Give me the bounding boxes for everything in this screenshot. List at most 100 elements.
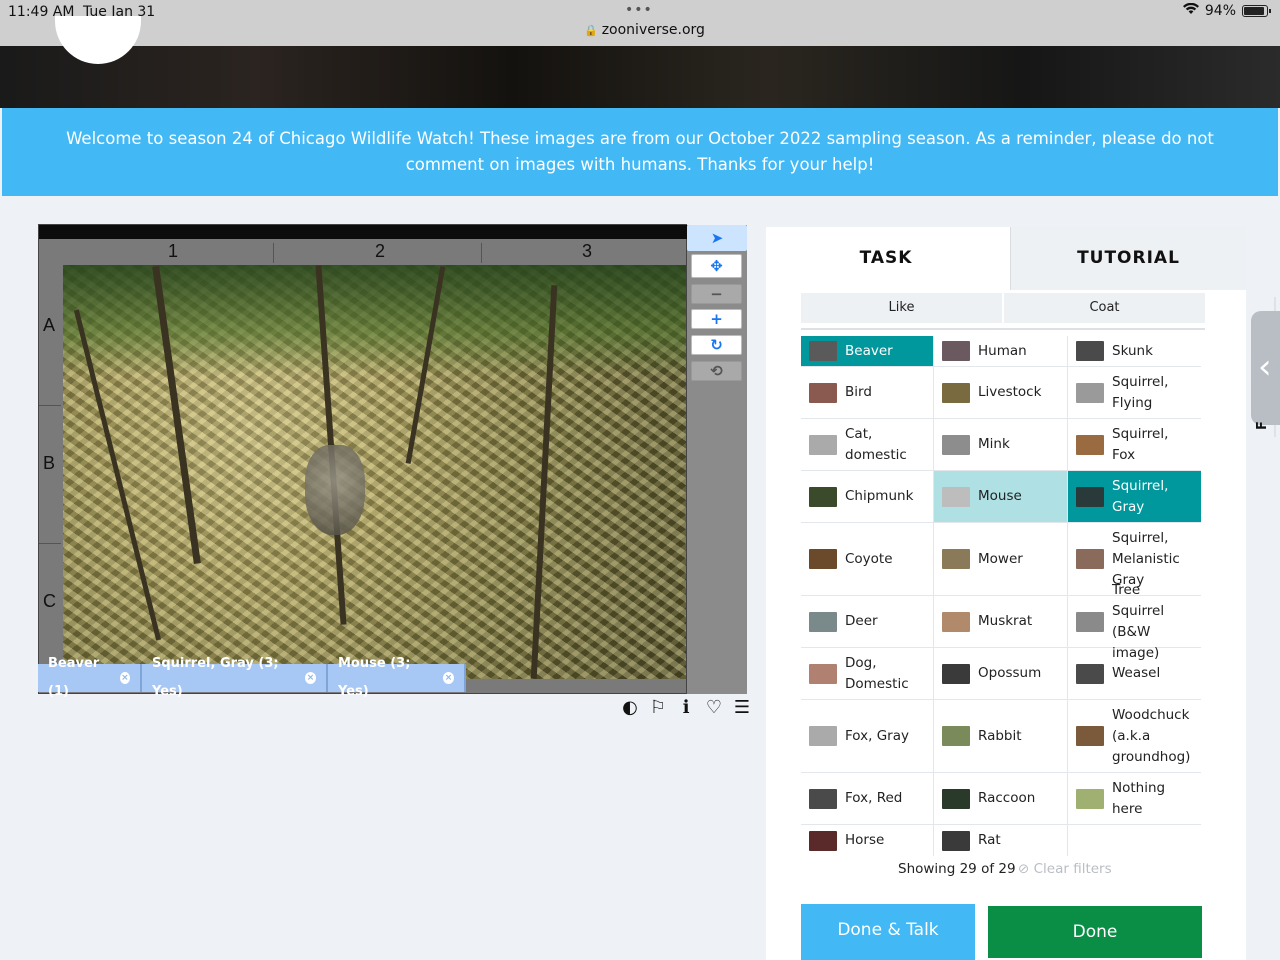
remove-mark-icon[interactable]: × (442, 672, 454, 684)
species-choice-beaver[interactable]: Beaver (801, 336, 934, 367)
species-thumbnail (942, 611, 970, 632)
species-thumbnail (942, 486, 970, 507)
species-choice-cat-domestic[interactable]: Cat, domestic (801, 419, 934, 471)
species-choice-raccoon[interactable]: Raccoon (934, 773, 1068, 825)
filter-coat-button[interactable]: Coat (1004, 293, 1205, 323)
species-choice-bird[interactable]: Bird (801, 367, 934, 419)
done-and-talk-button[interactable]: Done & Talk (801, 904, 975, 960)
species-choice-squirrel-fox[interactable]: Squirrel, Fox (1068, 419, 1201, 471)
species-thumbnail (809, 611, 837, 632)
ruler-tick (273, 243, 274, 263)
species-choice-horse[interactable]: Horse (801, 825, 934, 856)
species-choice-weasel[interactable]: Weasel (1068, 648, 1201, 700)
mark-squirrel-gray[interactable]: Squirrel, Gray (3; Yes) × (142, 656, 328, 699)
info-icon[interactable]: ℹ (676, 697, 696, 718)
species-choice-livestock[interactable]: Livestock (934, 367, 1068, 419)
species-label: Fox, Gray (845, 727, 909, 744)
tab-tutorial[interactable]: TUTORIAL (1010, 227, 1246, 290)
squirrel-in-photo (305, 445, 365, 535)
column-label: 2 (375, 241, 386, 261)
mark-mouse[interactable]: Mouse (3; Yes) × (328, 656, 466, 699)
species-thumbnail (1076, 486, 1104, 507)
species-thumbnail (809, 663, 837, 684)
species-thumbnail (1076, 434, 1104, 455)
species-label: Weasel (1112, 665, 1161, 681)
species-thumbnail (942, 382, 970, 403)
species-choice-mower[interactable]: Mower (934, 523, 1068, 596)
species-thumbnail (942, 341, 970, 361)
species-choice-nothing-here[interactable]: Nothing here (1068, 773, 1201, 825)
species-thumbnail (809, 726, 837, 746)
task-panel: TASK TUTORIAL Like Coat Beaver Human Skunk… (766, 227, 1246, 960)
image-toolbar: ➤ ✥ − + ↻ ⟲ (687, 225, 747, 694)
row-label: A (43, 315, 56, 335)
side-drawer-tab[interactable]: ‹ (1251, 311, 1280, 425)
species-choice-opossum[interactable]: Opossum (934, 648, 1068, 700)
species-thumbnail (942, 663, 970, 684)
species-choice-skunk[interactable]: Skunk (1068, 336, 1201, 367)
filter-like-button[interactable]: Like (801, 293, 1002, 323)
mark-beaver[interactable]: Beaver (1) × (38, 656, 142, 699)
species-choice-coyote[interactable]: Coyote (801, 523, 934, 596)
species-label: Squirrel, Flying (1112, 373, 1169, 411)
mark-label: Mouse (3; Yes) (338, 656, 411, 699)
pointer-tool-button[interactable]: ➤ (687, 225, 747, 251)
species-choice-woodchuck-a-k-a-groundhog[interactable]: Woodchuck (a.k.a groundhog) (1068, 700, 1201, 773)
species-label: Nothing here (1112, 779, 1166, 817)
species-thumbnail (809, 434, 837, 455)
rotate-button[interactable]: ↻ (691, 335, 742, 355)
battery-icon (1242, 5, 1271, 17)
invert-icon[interactable]: ◐ (620, 697, 640, 718)
tab-dots-icon[interactable]: ••• (625, 2, 653, 18)
subject-image[interactable] (63, 265, 686, 679)
remove-mark-icon[interactable]: × (119, 672, 130, 684)
species-choice-tree-squirrel-b-w-image[interactable]: Tree Squirrel (B&W image) (1068, 582, 1201, 661)
project-header (0, 16, 1280, 108)
species-thumbnail (809, 486, 837, 507)
ruler-tick (39, 543, 61, 544)
battery-percent: 94% (1204, 3, 1236, 19)
done-button[interactable]: Done (988, 906, 1202, 958)
clear-filters-link[interactable]: ⊘ Clear filters (1018, 861, 1112, 877)
species-label: Cat, domestic (845, 425, 907, 463)
heart-icon[interactable]: ♡ (704, 697, 724, 718)
species-choice-squirrel-gray[interactable]: Squirrel, Gray (1068, 471, 1201, 523)
remove-mark-icon[interactable]: × (305, 672, 316, 684)
tab-task[interactable]: TASK (766, 227, 1006, 290)
address-bar[interactable]: 🔒 zooniverse.org (584, 22, 705, 38)
species-thumbnail (942, 434, 970, 455)
species-label: Beaver (845, 342, 893, 359)
chevron-left-icon: ‹ (1258, 347, 1272, 387)
zoom-in-button[interactable]: + (691, 309, 742, 329)
subject-viewer: 1 2 3 A B C (38, 224, 688, 694)
reset-button[interactable]: ⟲ (691, 361, 742, 381)
viewer-actions: ◐ ⚐ ℹ ♡ ☰ (620, 697, 752, 718)
species-thumbnail (1076, 611, 1104, 632)
species-choice-rat[interactable]: Rat (934, 825, 1068, 856)
project-avatar[interactable] (55, 16, 141, 64)
species-label: Rabbit (978, 727, 1022, 744)
species-choice-fox-red[interactable]: Fox, Red (801, 773, 934, 825)
status-bar: 11:49 AM Tue Jan 31 ••• 🔒 zooniverse.org … (0, 0, 1280, 46)
species-choice-mouse[interactable]: Mouse (934, 471, 1068, 523)
species-label: Deer (845, 613, 878, 629)
move-tool-button[interactable]: ✥ (691, 254, 742, 278)
species-choice-muskrat[interactable]: Muskrat (934, 596, 1068, 648)
lock-icon: 🔒 (584, 24, 598, 37)
column-label: 3 (582, 241, 593, 261)
species-label: Livestock (978, 384, 1042, 400)
filter-divider (801, 328, 1205, 330)
species-choice-chipmunk[interactable]: Chipmunk (801, 471, 934, 523)
species-choice-fox-gray[interactable]: Fox, Gray (801, 700, 934, 773)
species-choice-human[interactable]: Human (934, 336, 1068, 367)
flag-icon[interactable]: ⚐ (648, 697, 668, 718)
species-choice-mink[interactable]: Mink (934, 419, 1068, 471)
species-choice-squirrel-flying[interactable]: Squirrel, Flying (1068, 367, 1201, 419)
species-choice-deer[interactable]: Deer (801, 596, 934, 648)
species-choice-dog-domestic[interactable]: Dog, Domestic (801, 648, 934, 700)
species-thumbnail (1076, 663, 1104, 684)
species-thumbnail (942, 830, 970, 851)
zoom-out-button[interactable]: − (691, 284, 742, 304)
collections-icon[interactable]: ☰ (732, 697, 752, 718)
species-choice-rabbit[interactable]: Rabbit (934, 700, 1068, 773)
